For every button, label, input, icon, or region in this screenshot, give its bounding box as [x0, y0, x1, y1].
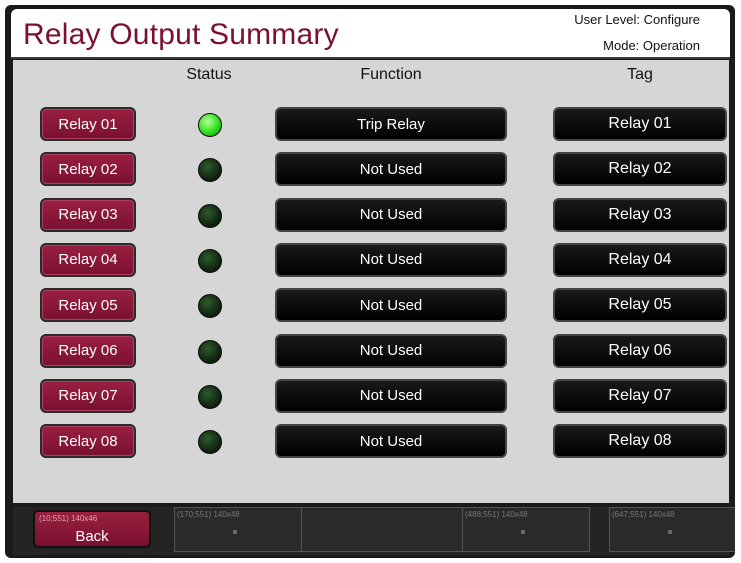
relay-button[interactable]: Relay 04 [40, 242, 136, 277]
function-field[interactable]: Not Used [275, 197, 507, 232]
footer-bar: (10;551) 140x46 Back (170;551) 140x48 (4… [13, 507, 735, 555]
status-led-icon [198, 384, 222, 409]
status-led-icon [198, 158, 222, 183]
tag-field[interactable]: Relay 01 [553, 107, 727, 141]
relay-summary-panel: Status Function Tag Relay 01 Trip Relay Re… [13, 60, 729, 503]
function-field[interactable]: Not Used [275, 152, 507, 187]
back-button-label: Back [75, 528, 109, 545]
status-led-icon [198, 248, 222, 273]
status-led-icon [198, 113, 222, 137]
relay-button[interactable]: Relay 02 [40, 152, 136, 187]
function-field[interactable]: Not Used [275, 333, 507, 368]
relay-button[interactable]: Relay 08 [40, 424, 136, 459]
slot-marker-icon [521, 530, 525, 534]
footer-slot-3: (488;551) 140x48 [462, 507, 590, 552]
back-slot-label: (10;551) 140x46 [39, 514, 98, 523]
tag-field[interactable]: Relay 08 [553, 424, 727, 459]
header-bar: Relay Output Summary User Level: Configu… [11, 9, 730, 59]
function-column-header: Function [360, 66, 422, 83]
tag-field[interactable]: Relay 06 [553, 333, 727, 368]
slot-marker-icon [233, 530, 237, 534]
page-title: Relay Output Summary [23, 18, 339, 51]
mode-text: Mode: Operation [603, 38, 700, 53]
status-led-icon [198, 339, 222, 364]
tag-field[interactable]: Relay 02 [553, 152, 727, 187]
back-button[interactable]: (10;551) 140x46 Back [33, 510, 151, 548]
relay-button[interactable]: Relay 05 [40, 288, 136, 323]
footer-slot-4: (647;551) 140x48 [609, 507, 735, 552]
status-led-icon [198, 294, 222, 319]
function-field[interactable]: Not Used [275, 288, 507, 323]
slot-marker-icon [668, 530, 672, 534]
tag-field[interactable]: Relay 04 [553, 242, 727, 277]
status-led-icon [198, 430, 222, 455]
relay-button[interactable]: Relay 01 [40, 107, 136, 141]
footer-slot-4-label: (647;551) 140x48 [612, 510, 675, 519]
relay-button[interactable]: Relay 06 [40, 333, 136, 368]
function-field[interactable]: Not Used [275, 242, 507, 277]
status-column-header: Status [186, 66, 232, 83]
footer-slot-3-label: (488;551) 140x48 [465, 510, 528, 519]
hmi-screen: Relay Output Summary User Level: Configu… [5, 5, 735, 558]
relay-button[interactable]: Relay 03 [40, 197, 136, 232]
function-field[interactable]: Trip Relay [275, 107, 507, 141]
footer-slot-2: (170;551) 140x48 [174, 507, 302, 552]
relay-button[interactable]: Relay 07 [40, 378, 136, 413]
footer-slot-empty [302, 507, 462, 552]
footer-slot-2-label: (170;551) 140x48 [177, 510, 240, 519]
function-field[interactable]: Not Used [275, 378, 507, 413]
user-level-text: User Level: Configure [574, 12, 700, 27]
tag-column-header: Tag [627, 66, 653, 83]
function-field[interactable]: Not Used [275, 424, 507, 459]
tag-field[interactable]: Relay 07 [553, 378, 727, 413]
tag-field[interactable]: Relay 05 [553, 288, 727, 323]
tag-field[interactable]: Relay 03 [553, 197, 727, 232]
status-led-icon [198, 203, 222, 228]
